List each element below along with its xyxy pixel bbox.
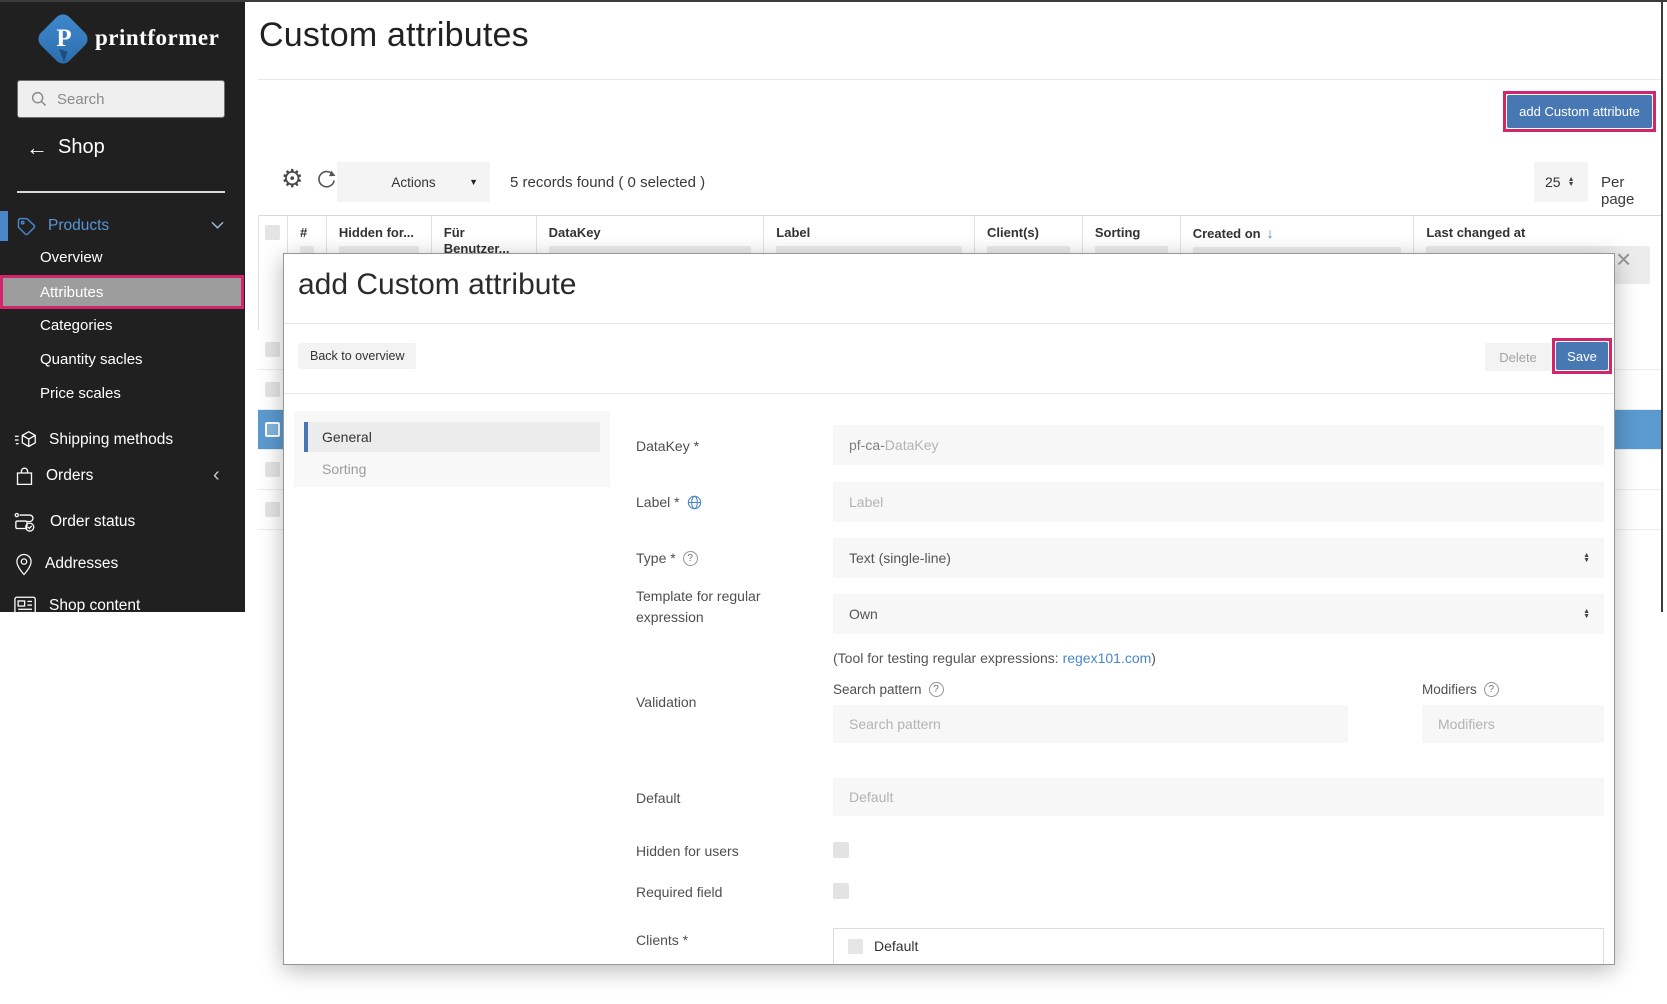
records-count: 5 records found ( 0 selected ) bbox=[510, 174, 706, 191]
label-label: Label * bbox=[636, 494, 702, 510]
modifiers-input[interactable] bbox=[1422, 705, 1604, 743]
modal-title: add Custom attribute bbox=[298, 268, 577, 301]
tag-icon bbox=[17, 217, 36, 235]
required-field-label: Required field bbox=[636, 884, 723, 900]
help-icon[interactable]: ? bbox=[928, 682, 944, 697]
modal-nav-sorting[interactable]: Sorting bbox=[304, 456, 600, 482]
sidebar-item-price-scales[interactable]: Price scales bbox=[40, 385, 121, 402]
location-pin-icon bbox=[16, 553, 32, 575]
sidebar-item-categories[interactable]: Categories bbox=[40, 317, 113, 334]
template-label: Template for regular expression bbox=[636, 588, 761, 625]
search-pattern-input[interactable] bbox=[833, 705, 1348, 743]
add-custom-attribute-button[interactable]: add Custom attribute bbox=[1507, 95, 1652, 128]
divider bbox=[284, 323, 1614, 324]
sidebar-item-quantity-scales[interactable]: Quantity sacles bbox=[40, 351, 143, 368]
select-arrows-icon: ▲ ▼ bbox=[1583, 551, 1590, 564]
logo-wordmark: printformer bbox=[95, 25, 220, 50]
per-page-label: Per page bbox=[1601, 174, 1635, 208]
row-checkbox[interactable] bbox=[264, 382, 280, 397]
label-input[interactable] bbox=[833, 482, 1604, 522]
active-section-bar bbox=[0, 211, 8, 241]
client-default-checkbox[interactable] bbox=[848, 939, 863, 954]
validation-label: Validation bbox=[636, 694, 697, 710]
actions-dropdown[interactable]: Actions ▼ bbox=[337, 162, 490, 202]
datakey-input[interactable]: pf-ca- DataKey bbox=[833, 425, 1604, 465]
chevron-left-icon[interactable]: ‹ bbox=[213, 464, 220, 487]
add-custom-attribute-modal: add Custom attribute Back to overview De… bbox=[283, 253, 1615, 965]
sidebar-item-attributes[interactable]: Attributes bbox=[0, 275, 244, 309]
refresh-icon[interactable] bbox=[316, 170, 337, 191]
required-field-checkbox[interactable] bbox=[833, 883, 849, 899]
hidden-for-users-label: Hidden for users bbox=[636, 843, 739, 859]
sidebar-search[interactable] bbox=[17, 80, 225, 118]
default-input[interactable] bbox=[833, 778, 1604, 816]
type-select[interactable]: Text (single-line) ▲ ▼ bbox=[833, 538, 1604, 578]
regex-note: (Tool for testing regular expressions: r… bbox=[833, 650, 1156, 666]
page-title: Custom attributes bbox=[259, 16, 529, 54]
divider bbox=[258, 79, 1661, 80]
sidebar-item-shop-content[interactable]: Shop content bbox=[14, 590, 239, 622]
save-button[interactable]: Save bbox=[1556, 342, 1608, 370]
search-icon bbox=[31, 91, 47, 107]
shop-label: Shop bbox=[58, 136, 105, 158]
gear-icon[interactable]: ⚙ bbox=[281, 166, 303, 192]
select-arrows-icon: ▲ ▼ bbox=[1567, 175, 1575, 188]
printformer-logo-icon[interactable]: P bbox=[34, 10, 92, 68]
per-page-select[interactable]: 25 ▲ ▼ bbox=[1534, 162, 1588, 202]
clients-option-list: Default bbox=[833, 928, 1604, 964]
search-pattern-label: Search pattern ? bbox=[833, 682, 944, 697]
row-checkbox[interactable] bbox=[264, 342, 280, 357]
modal-nav-general[interactable]: General bbox=[304, 422, 600, 452]
back-to-shop[interactable]: ← Shop bbox=[26, 136, 105, 159]
delete-button[interactable]: Delete bbox=[1485, 343, 1551, 371]
order-status-icon bbox=[14, 512, 35, 532]
select-arrows-icon: ▲ ▼ bbox=[1583, 607, 1590, 620]
client-default-label: Default bbox=[874, 938, 919, 954]
search-input[interactable] bbox=[57, 90, 217, 108]
divider bbox=[284, 393, 1614, 394]
row-checkbox[interactable] bbox=[264, 502, 280, 517]
help-icon[interactable]: ? bbox=[1483, 682, 1499, 697]
modifiers-label: Modifiers ? bbox=[1422, 682, 1499, 697]
regex101-link[interactable]: regex101.com bbox=[1063, 650, 1152, 666]
template-select[interactable]: Own ▲ ▼ bbox=[833, 594, 1604, 634]
close-icon[interactable]: × bbox=[1616, 246, 1631, 272]
sidebar-item-addresses[interactable]: Addresses bbox=[14, 548, 239, 580]
shipping-box-icon bbox=[14, 430, 36, 448]
globe-icon[interactable] bbox=[687, 495, 702, 510]
type-label: Type * ? bbox=[636, 550, 698, 566]
datakey-label: DataKey * bbox=[636, 438, 700, 454]
back-arrow-icon: ← bbox=[26, 134, 48, 160]
row-checkbox[interactable] bbox=[264, 422, 280, 437]
annotation-highlight-save-button: Save bbox=[1552, 338, 1612, 374]
dropdown-arrow-icon: ▼ bbox=[469, 177, 478, 187]
window-border-top bbox=[0, 0, 1667, 2]
products-label: Products bbox=[48, 217, 110, 234]
row-checkbox[interactable] bbox=[264, 462, 280, 477]
annotation-highlight-add-button: add Custom attribute bbox=[1503, 91, 1656, 132]
default-label: Default bbox=[636, 790, 681, 806]
sidebar-item-overview[interactable]: Overview bbox=[40, 249, 103, 266]
back-to-overview-button[interactable]: Back to overview bbox=[298, 343, 417, 369]
modal-section-nav: General Sorting bbox=[294, 411, 610, 487]
shopping-bag-icon bbox=[16, 467, 33, 485]
hidden-for-users-checkbox[interactable] bbox=[833, 842, 849, 858]
window-border-right bbox=[1661, 0, 1663, 612]
chevron-down-icon[interactable] bbox=[211, 221, 224, 229]
sidebar-item-shipping-methods[interactable]: Shipping methods bbox=[14, 424, 239, 456]
help-icon[interactable]: ? bbox=[682, 550, 698, 566]
sidebar: P printformer ← Shop Products Overview A… bbox=[0, 0, 245, 616]
sidebar-item-order-status[interactable]: Order status bbox=[14, 506, 239, 538]
sidebar-item-products[interactable]: Products bbox=[16, 213, 230, 239]
select-all-checkbox[interactable] bbox=[265, 225, 281, 240]
content-pages-icon bbox=[14, 596, 36, 616]
sidebar-divider bbox=[17, 191, 225, 193]
sidebar-item-orders[interactable]: Orders bbox=[14, 460, 239, 492]
screen: P printformer ← Shop Products Overview A… bbox=[0, 0, 1667, 1004]
clients-label: Clients * bbox=[636, 932, 689, 948]
sort-desc-icon: ↓ bbox=[1266, 225, 1274, 241]
